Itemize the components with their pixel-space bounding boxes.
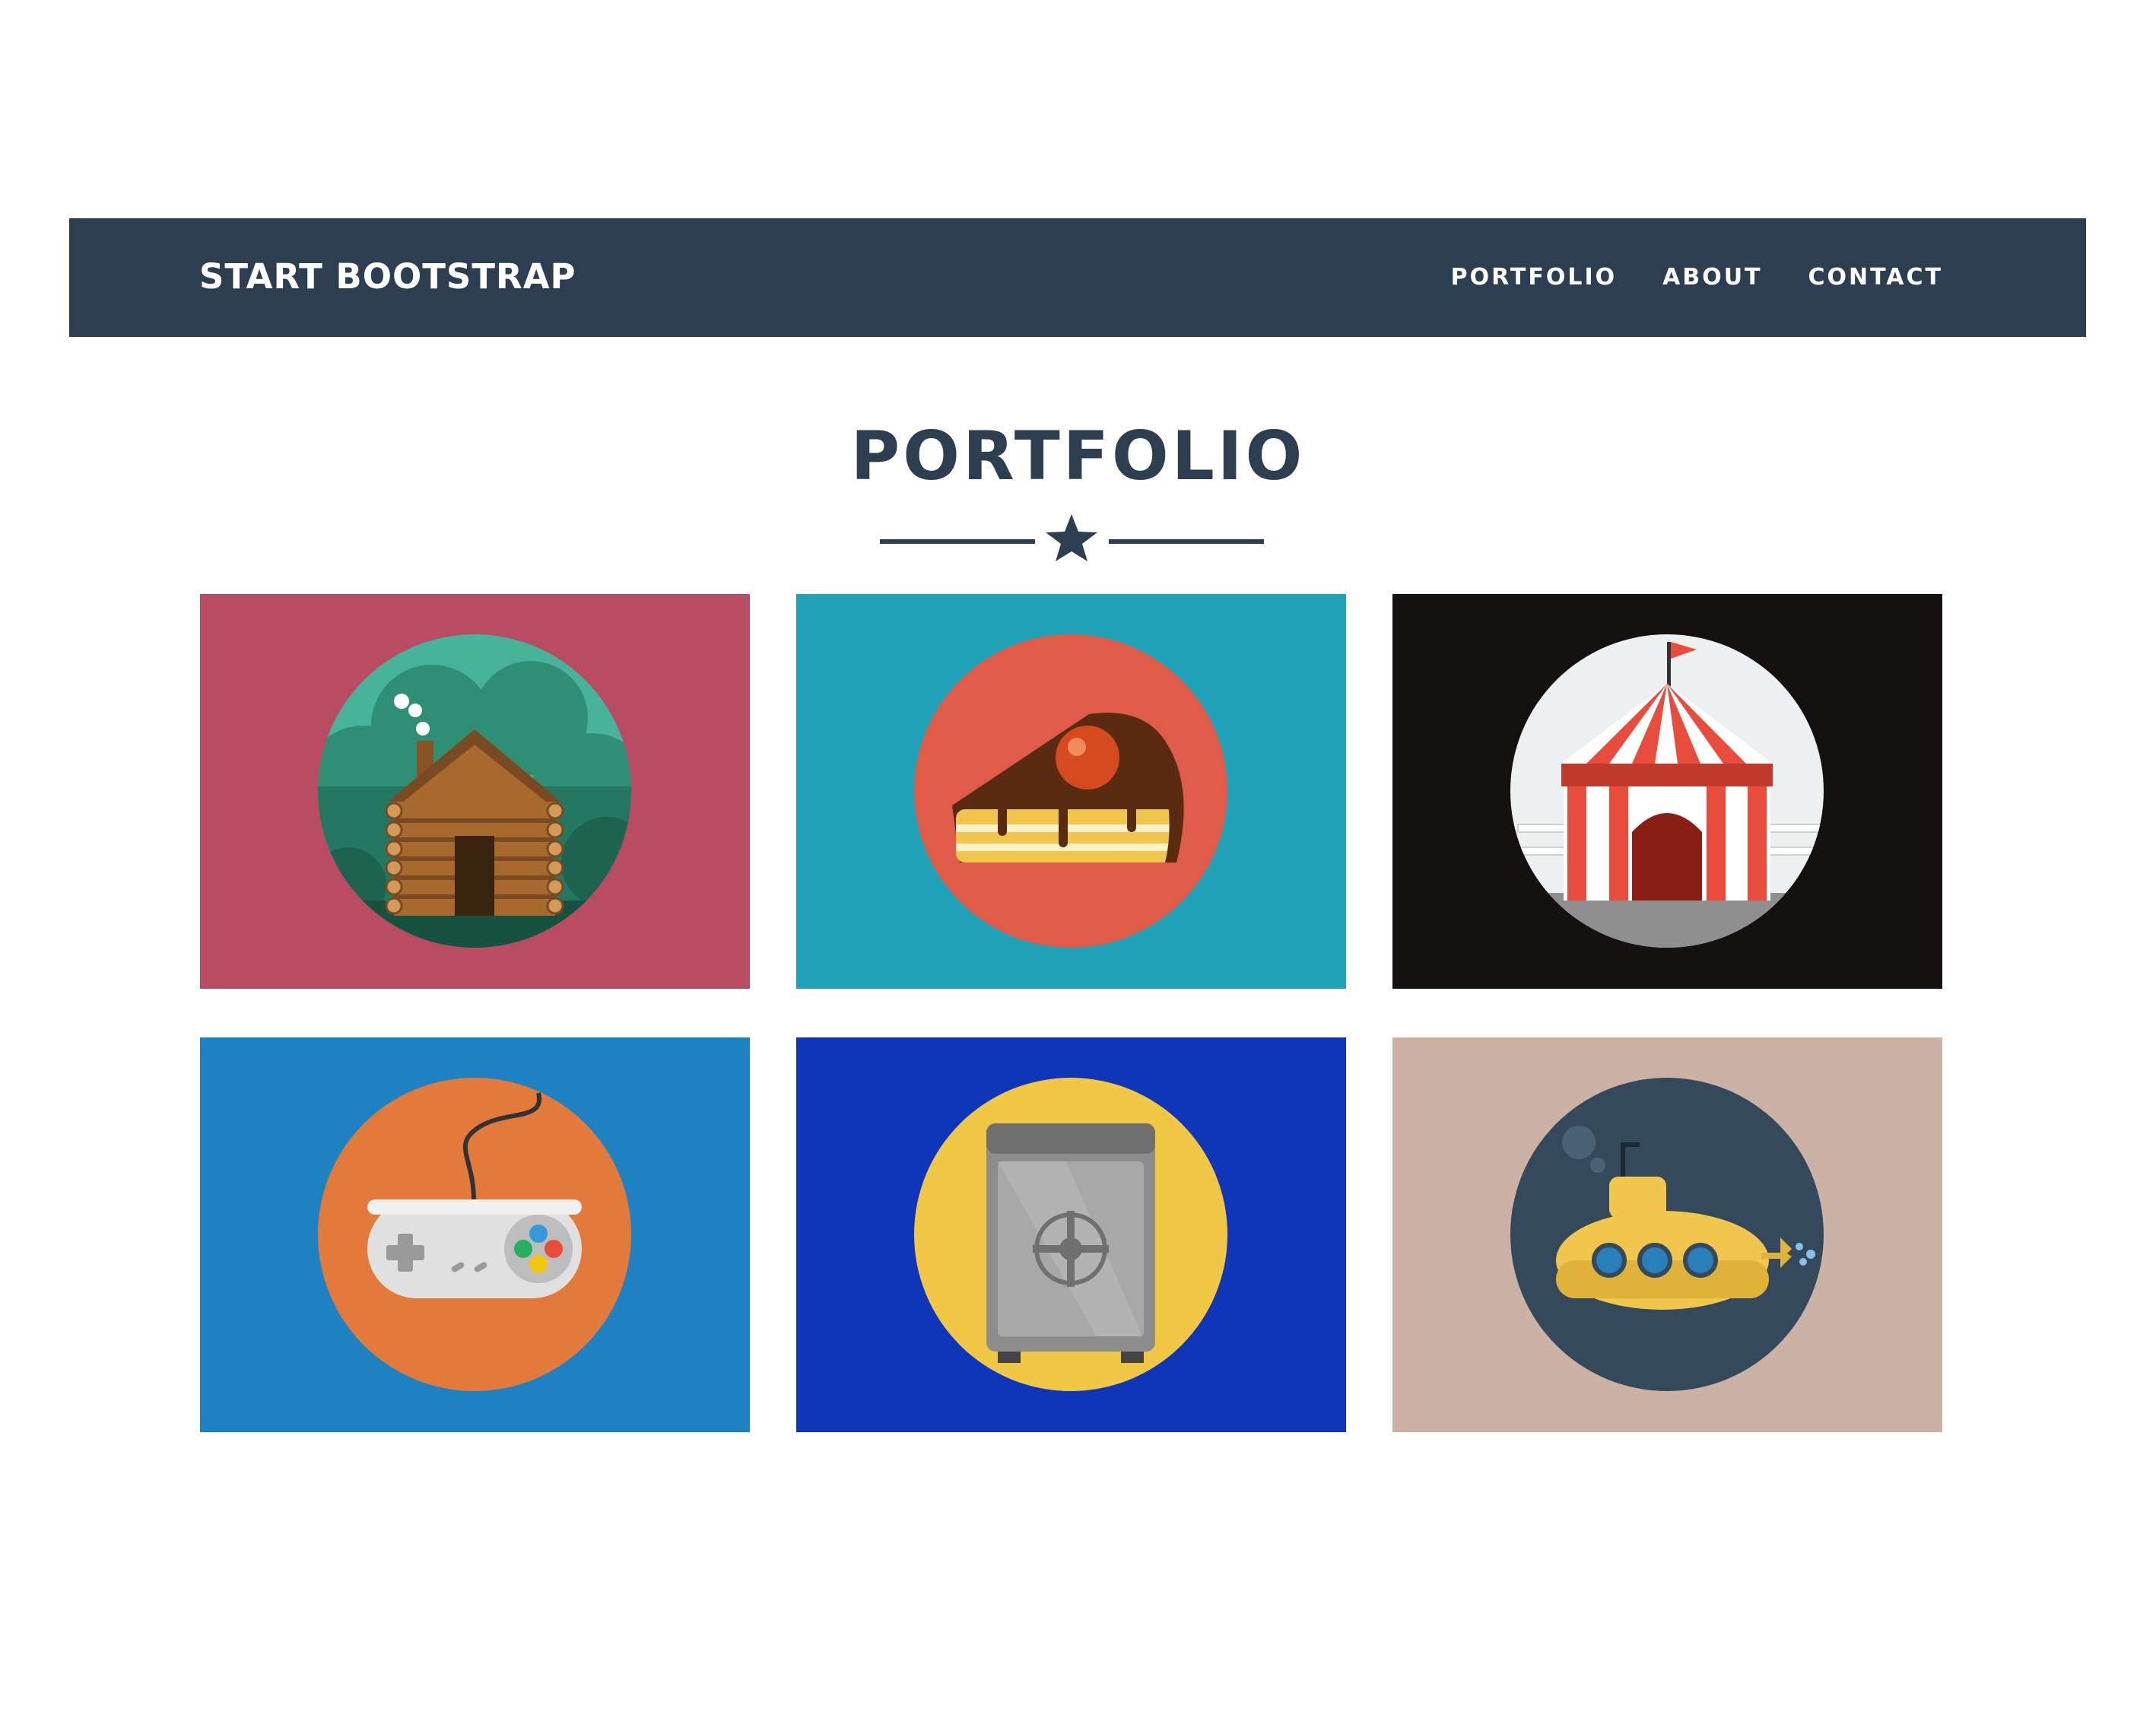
portfolio-item-cabin[interactable] [200, 594, 750, 989]
star-icon [1046, 514, 1097, 561]
nav-link-about[interactable]: ABOUT [1662, 264, 1762, 291]
brand-link[interactable]: START BOOTSTRAP [199, 256, 576, 297]
navbar: START BOOTSTRAP PORTFOLIO ABOUT CONTACT [69, 218, 2086, 337]
star-divider [880, 514, 1264, 561]
submarine-icon [1510, 1078, 1824, 1391]
cake-icon [914, 634, 1227, 948]
safe-icon [914, 1078, 1227, 1391]
portfolio-item-cake[interactable] [796, 594, 1346, 989]
game-controller-icon [318, 1078, 631, 1391]
portfolio-item-safe[interactable] [796, 1037, 1346, 1432]
nav-link-contact[interactable]: CONTACT [1808, 264, 1943, 291]
portfolio-item-game-controller[interactable] [200, 1037, 750, 1432]
nav-link-portfolio[interactable]: PORTFOLIO [1451, 264, 1617, 291]
section-title: PORTFOLIO [850, 417, 1306, 495]
portfolio-item-submarine[interactable] [1392, 1037, 1942, 1432]
cabin-icon [318, 634, 631, 948]
nav-links: PORTFOLIO ABOUT CONTACT [1451, 264, 1943, 291]
circus-tent-icon [1510, 634, 1824, 948]
portfolio-item-circus-tent[interactable] [1392, 594, 1942, 989]
